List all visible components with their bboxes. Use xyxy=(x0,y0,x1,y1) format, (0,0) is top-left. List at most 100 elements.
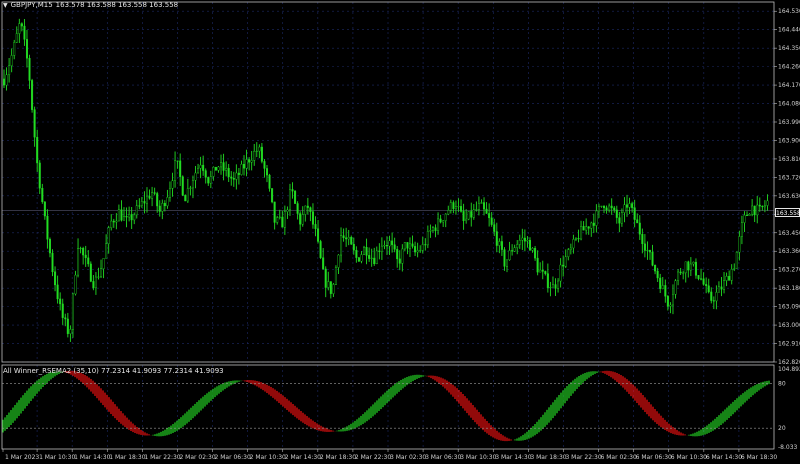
candle-body xyxy=(692,261,695,265)
candle-body xyxy=(107,227,110,244)
candle-body xyxy=(186,188,189,202)
candle-body xyxy=(700,278,703,280)
candle-body xyxy=(380,245,383,252)
time-tick-label: 3 Mar 14:30 xyxy=(495,454,531,461)
candle-body xyxy=(626,204,629,208)
candle-body xyxy=(191,180,194,189)
dropdown-arrow-icon[interactable]: ▼ xyxy=(3,2,8,9)
candle-body xyxy=(46,215,49,240)
candle-body xyxy=(102,258,105,269)
candle-body xyxy=(105,243,108,259)
candle-body xyxy=(145,195,148,204)
candle-body xyxy=(580,226,583,240)
price-axis: 164.530 164.440 164.350 164.260 164.170 164.0… xyxy=(774,8,800,366)
candle-body xyxy=(97,276,100,278)
candle-body xyxy=(682,272,685,274)
time-axis: 1 Mar 2023 1 Mar 10:301 Mar 14:301 Mar 18… xyxy=(2,449,777,461)
candle-body xyxy=(227,167,230,178)
candle-body xyxy=(613,207,616,211)
candle-body xyxy=(434,227,437,231)
candle-body xyxy=(291,189,294,192)
candle-body xyxy=(677,271,680,281)
candle-body xyxy=(707,285,710,293)
chart-canvas[interactable]: 164.530 164.440 164.350 164.260 164.170 164.0… xyxy=(0,0,800,464)
candle-body xyxy=(391,240,394,245)
candle-body xyxy=(495,231,498,246)
candle-body xyxy=(268,174,271,189)
candle-body xyxy=(485,208,488,214)
candle-body xyxy=(431,227,434,231)
candle-body xyxy=(301,214,304,225)
candle-body xyxy=(363,246,366,255)
candle-body xyxy=(610,205,613,209)
candle-body xyxy=(357,257,360,262)
price-tick-label: 164.530 xyxy=(778,8,800,15)
price-tick-label: 163.450 xyxy=(778,230,800,237)
candle-body xyxy=(577,238,580,240)
candle-body xyxy=(365,246,368,256)
candle-body xyxy=(347,237,350,240)
candle-body xyxy=(64,317,67,320)
candle-body xyxy=(250,160,253,163)
candle-body xyxy=(61,303,64,318)
candle-body xyxy=(518,240,521,245)
time-tick-label: 1 Mar 10:30 xyxy=(39,454,75,461)
candle-body xyxy=(245,159,248,169)
time-tick-label: 1 Mar 22:30 xyxy=(144,454,180,461)
candle-body xyxy=(723,280,726,290)
candle-body xyxy=(112,220,115,223)
candle-body xyxy=(100,268,103,278)
candle-body xyxy=(248,159,251,163)
price-tick-label: 163.000 xyxy=(778,322,800,329)
candle-body xyxy=(398,258,401,264)
candle-body xyxy=(115,220,118,223)
candle-body xyxy=(319,241,322,258)
candle-body xyxy=(299,213,302,225)
indicator-tick-label: 20 xyxy=(778,425,786,432)
candle-body xyxy=(322,257,325,270)
candle-body xyxy=(715,292,718,302)
candle-body xyxy=(654,265,657,272)
candle-body xyxy=(383,245,386,247)
candle-body xyxy=(628,203,631,208)
candle-body xyxy=(557,280,560,289)
candle-body xyxy=(419,250,422,252)
candle-body xyxy=(25,39,28,59)
candle-body xyxy=(470,211,473,218)
candle-body xyxy=(212,166,215,177)
candle-body xyxy=(143,201,146,204)
trading-chart-window[interactable]: 164.530 164.440 164.350 164.260 164.170 164.0… xyxy=(0,0,800,464)
candle-body xyxy=(243,164,246,169)
candle-body xyxy=(265,168,268,176)
candle-body xyxy=(421,244,424,251)
candle-body xyxy=(766,200,769,206)
candle-body xyxy=(253,151,256,161)
candle-body xyxy=(204,170,207,178)
candle-body xyxy=(725,276,728,281)
indicator-title: All Winner_RSEMA2 (35,10) 77.2314 41.909… xyxy=(3,367,224,375)
candle-body xyxy=(447,210,450,215)
price-tick-label: 163.090 xyxy=(778,304,800,311)
candle-body xyxy=(181,176,184,196)
candle-body xyxy=(526,240,529,242)
candle-body xyxy=(373,257,376,265)
candle-body xyxy=(48,238,51,254)
candle-body xyxy=(539,269,542,273)
candle-body xyxy=(77,248,80,276)
indicator-tick-label: 80 xyxy=(778,381,786,388)
candle-body xyxy=(8,65,11,76)
candle-body xyxy=(153,192,156,194)
candle-body xyxy=(472,209,475,218)
candle-body xyxy=(751,205,754,215)
candle-body xyxy=(462,211,465,221)
candle-body xyxy=(669,304,672,307)
grid-lines xyxy=(2,2,774,449)
candle-body xyxy=(758,204,761,207)
candle-body xyxy=(508,250,511,261)
candle-body xyxy=(554,284,557,289)
indicator-tick-label: -8.033 xyxy=(778,444,798,451)
candle-body xyxy=(753,205,756,216)
candle-body xyxy=(171,180,174,189)
candle-body xyxy=(618,217,621,224)
candle-body xyxy=(94,276,97,289)
